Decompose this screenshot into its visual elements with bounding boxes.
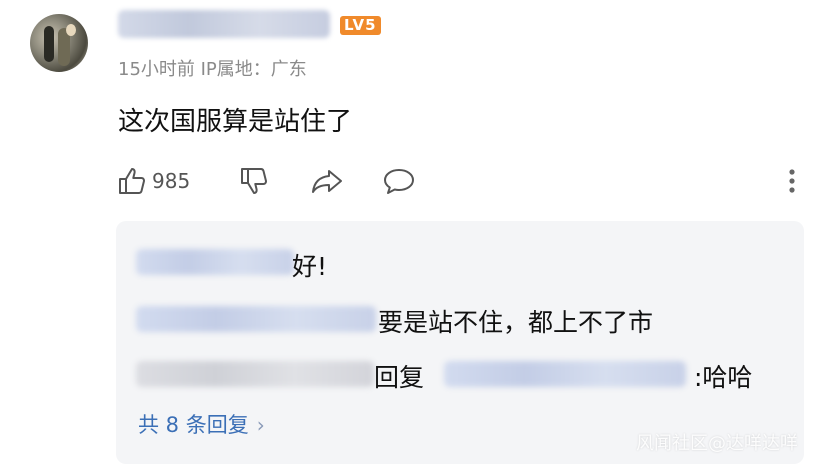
share-button[interactable] [310, 162, 344, 200]
more-replies-label: 共 8 条回复 [138, 413, 249, 437]
chevron-right-icon: › [256, 413, 265, 437]
reply-author-blurred[interactable] [136, 249, 294, 275]
reply-text: 好! [292, 252, 328, 281]
thumbs-up-icon [119, 168, 145, 194]
like-button[interactable]: 985 [116, 162, 190, 200]
reply-author-blurred[interactable] [136, 361, 374, 387]
comment-text: 这次国服算是站住了 [118, 107, 353, 137]
view-more-replies-link[interactable]: 共 8 条回复 › [138, 409, 265, 439]
action-bar: 985 [116, 162, 806, 200]
more-icon [789, 169, 795, 193]
avatar[interactable] [30, 14, 88, 72]
dislike-button[interactable] [238, 162, 270, 200]
reply-prefix: 回复 [374, 363, 425, 392]
like-count: 985 [152, 169, 191, 193]
reply-target-blurred[interactable] [444, 361, 686, 387]
reply-text: 要是站不住，都上不了市 [378, 308, 654, 337]
thumbs-down-icon [241, 168, 267, 194]
replies-panel: 好! 要是站不住，都上不了市 回复 :哈哈 共 8 条回复 › [116, 221, 804, 464]
level-badge: LV5 [340, 16, 381, 35]
share-icon [312, 170, 342, 193]
comment-meta: 15小时前 IP属地：广东 [118, 59, 307, 80]
reply-button[interactable] [382, 162, 416, 200]
comment-icon [384, 169, 414, 194]
reply-text: :哈哈 [694, 363, 753, 392]
username-blurred[interactable] [118, 10, 330, 38]
watermark: 风闻社区@达咩达咩 [636, 433, 798, 454]
reply-author-blurred[interactable] [136, 306, 376, 332]
more-button[interactable] [784, 162, 800, 200]
